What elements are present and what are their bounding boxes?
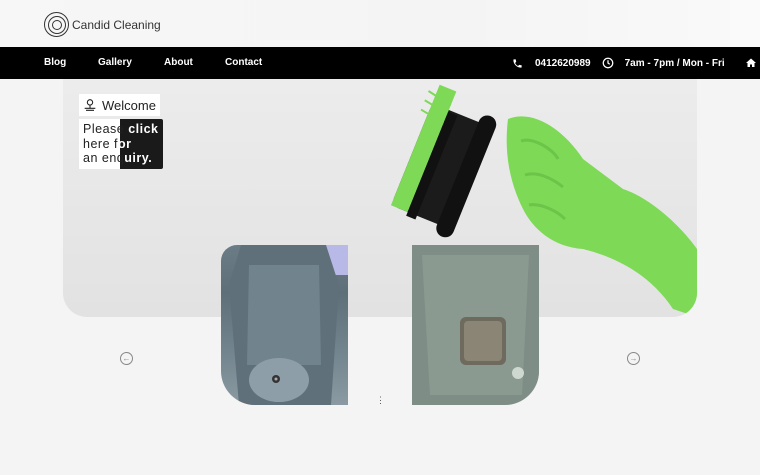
cleaning-icon (84, 99, 96, 111)
phone-icon (513, 58, 522, 68)
nav-gallery[interactable]: Gallery (98, 57, 132, 68)
main-nav: Blog Gallery About Contact 0412620989 7a… (0, 47, 760, 79)
text-cursor-icon: ⋮ (376, 395, 385, 405)
business-hours: 7am - 7pm / Mon - Fri (624, 57, 725, 69)
arrow-right-icon[interactable]: → (627, 352, 640, 365)
clock-icon (602, 57, 613, 69)
contact-info: 0412620989 7am - 7pm / Mon - Fri (512, 47, 757, 79)
gallery-photo-bin-dirty[interactable] (412, 245, 539, 405)
welcome-label: Welcome (79, 94, 160, 116)
arrow-left-icon[interactable]: ← (120, 352, 133, 365)
nav-contact[interactable]: Contact (225, 57, 262, 68)
enquiry-link[interactable]: Please click here for an enquiry. (79, 119, 163, 169)
site-header: Candid Cleaning (0, 0, 760, 47)
logo[interactable]: Candid Cleaning (44, 12, 161, 37)
brand-name: Candid Cleaning (72, 17, 161, 32)
nav-blog[interactable]: Blog (44, 57, 66, 68)
enquiry-text: Please click here for an enquiry. (83, 122, 159, 165)
home-icon[interactable] (745, 57, 757, 69)
logo-icon (44, 12, 69, 37)
nav-about[interactable]: About (164, 57, 193, 68)
gallery-photo-bin-clean[interactable] (221, 245, 348, 405)
welcome-text: Welcome (102, 97, 156, 113)
phone-number[interactable]: 0412620989 (535, 58, 591, 69)
